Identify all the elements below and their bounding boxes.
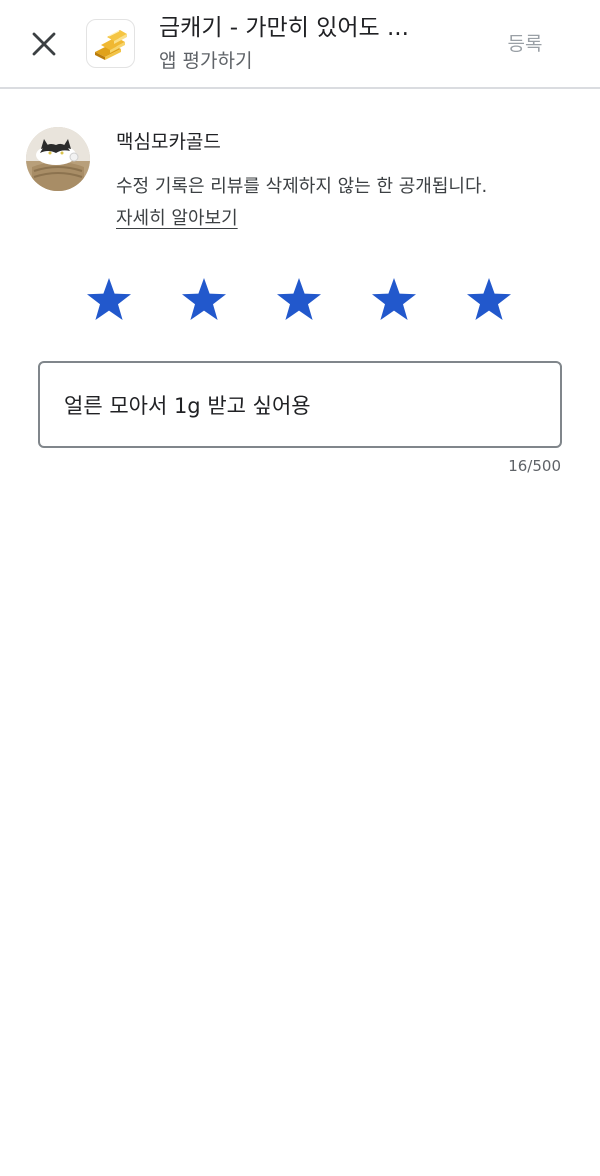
close-button[interactable] [22, 22, 66, 66]
star-5[interactable] [460, 272, 518, 326]
character-counter: 16/500 [508, 457, 561, 475]
review-input[interactable]: 얼른 모아서 1g 받고 싶어용 [38, 361, 562, 448]
star-1[interactable] [80, 272, 138, 326]
app-title: 금캐기 - 가만히 있어도 ... [159, 15, 409, 41]
edit-history-notice: 수정 기록은 리뷰를 삭제하지 않는 한 공개됩니다. [116, 176, 488, 197]
avatar [26, 127, 90, 191]
cat-avatar [26, 127, 90, 191]
star-2[interactable] [175, 272, 233, 326]
star-4[interactable] [365, 272, 423, 326]
learn-more-link[interactable]: 자세히 알아보기 [116, 205, 238, 233]
star-3[interactable] [270, 272, 328, 326]
user-name: 맥심모카골드 [116, 131, 221, 153]
star-icon [87, 278, 131, 320]
page-subtitle: 앱 평가하기 [159, 50, 253, 72]
gold-bars-icon [94, 29, 127, 60]
app-icon [86, 19, 135, 68]
star-icon [467, 278, 511, 320]
submit-button[interactable]: 등록 [492, 26, 558, 62]
review-page: 금캐기 - 가만히 있어도 ... 앱 평가하기 등록 맥심모카골드 수정 기록… [0, 0, 600, 1176]
star-rating [80, 272, 536, 326]
review-text: 얼른 모아서 1g 받고 싶어용 [64, 394, 311, 418]
star-icon [277, 278, 321, 320]
star-icon [372, 278, 416, 320]
header: 금캐기 - 가만히 있어도 ... 앱 평가하기 등록 [0, 0, 600, 89]
close-icon [32, 32, 56, 56]
star-icon [182, 278, 226, 320]
